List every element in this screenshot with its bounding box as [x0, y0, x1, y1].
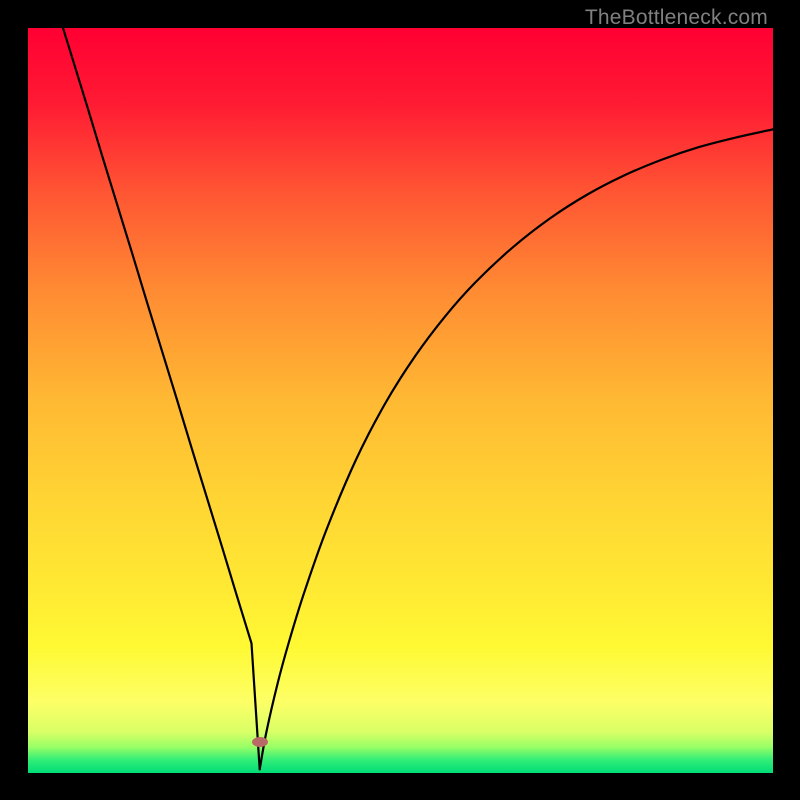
gradient-field	[28, 28, 773, 773]
chart-frame: TheBottleneck.com	[0, 0, 800, 800]
watermark-label: TheBottleneck.com	[585, 6, 768, 30]
optimum-marker	[252, 737, 268, 747]
plot-area	[28, 28, 773, 773]
